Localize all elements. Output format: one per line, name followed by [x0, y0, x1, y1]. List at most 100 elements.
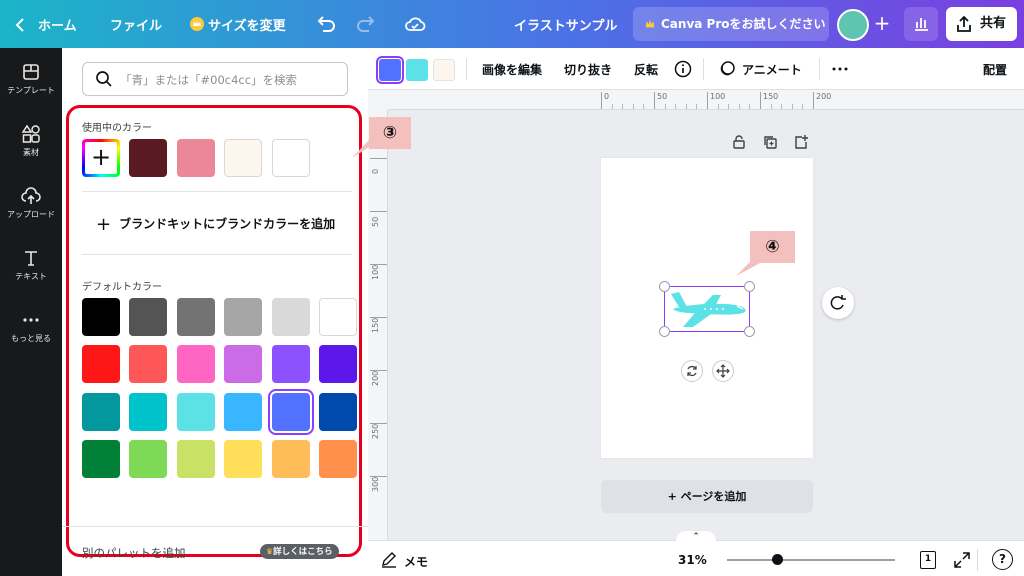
default-color-swatch[interactable]	[82, 439, 120, 478]
default-color-swatch[interactable]	[271, 345, 310, 384]
move-handle[interactable]	[712, 360, 734, 382]
position-button[interactable]: 配置	[983, 61, 1007, 78]
default-color-swatch[interactable]	[267, 388, 314, 435]
default-color-swatch[interactable]	[271, 439, 310, 478]
zoom-slider-knob[interactable]	[772, 554, 784, 565]
edit-image-button[interactable]: 画像を編集	[482, 61, 542, 78]
color-search-input[interactable]: 「青」または「#00c4cc」を検索	[82, 62, 348, 96]
zoom-slider-track[interactable]	[727, 559, 895, 561]
default-color-swatch[interactable]	[129, 439, 168, 478]
add-brand-color-button[interactable]: + ブランドキットにブランドカラーを追加	[96, 214, 335, 235]
rail-item-elements[interactable]: 素材	[0, 124, 62, 180]
used-color-swatch[interactable]	[224, 139, 263, 177]
file-menu[interactable]: ファイル	[110, 15, 162, 34]
home-button[interactable]: ホーム	[14, 13, 84, 37]
ruler-minor-tick	[802, 104, 804, 109]
ruler-minor-tick	[749, 104, 751, 109]
more-options-icon[interactable]	[831, 60, 849, 78]
default-color-swatch[interactable]	[319, 298, 357, 336]
default-color-swatch[interactable]	[129, 392, 168, 431]
page-count-button[interactable]: 1	[920, 551, 936, 569]
help-button[interactable]: ?	[992, 549, 1013, 570]
default-color-swatch[interactable]	[82, 345, 120, 384]
default-color-swatch[interactable]	[224, 439, 263, 478]
notes-button[interactable]: メモ	[380, 549, 440, 571]
left-rail: テンプレート 素材 アップロード テキスト もっと見る	[0, 48, 62, 576]
default-color-swatch[interactable]	[319, 392, 357, 431]
resize-handle[interactable]	[744, 326, 755, 337]
rail-item-uploads[interactable]: アップロード	[0, 186, 62, 242]
animate-button[interactable]: アニメート	[718, 59, 808, 79]
rail-label: 素材	[23, 148, 39, 157]
default-color-swatch[interactable]	[224, 345, 263, 384]
used-colors-title: 使用中のカラー	[82, 123, 152, 134]
default-color-swatch[interactable]	[129, 345, 168, 384]
ruler-minor-tick	[622, 104, 624, 109]
default-color-swatch[interactable]	[319, 345, 357, 384]
share-label: 共有	[980, 16, 1007, 31]
rail-label: アップロード	[7, 210, 55, 219]
elements-icon	[21, 124, 40, 143]
add-color-button[interactable]: +	[82, 139, 120, 177]
expand-panel-tab[interactable]: ⌃	[676, 531, 716, 543]
used-color-swatch[interactable]	[272, 139, 311, 177]
default-color-swatch[interactable]	[224, 298, 263, 336]
resize-handle[interactable]	[659, 281, 670, 292]
toolbar-color-swatch[interactable]	[406, 59, 428, 81]
resize-handle[interactable]	[744, 281, 755, 292]
default-color-swatch[interactable]	[319, 439, 357, 478]
default-color-swatch[interactable]	[129, 298, 168, 336]
context-toolbar: 画像を編集 切り抜き 反転 アニメート 配置	[368, 48, 1024, 90]
ruler-minor-tick	[685, 104, 687, 109]
used-color-swatch[interactable]	[129, 139, 167, 177]
help-label: ?	[999, 552, 1006, 566]
undo-icon[interactable]	[314, 12, 338, 36]
lock-icon[interactable]	[731, 134, 747, 150]
used-color-swatch[interactable]	[176, 139, 215, 177]
cloud-saved-icon[interactable]	[403, 12, 427, 36]
default-color-swatch[interactable]	[176, 298, 215, 336]
add-palette-row[interactable]: 別のパレットを追加 ♛詳しくはこちら	[62, 526, 368, 576]
add-page-icon[interactable]	[793, 134, 809, 150]
resize-button[interactable]: サイズを変更	[190, 12, 290, 36]
ruler-minor-tick	[611, 104, 613, 109]
ruler-tick-label: 200	[371, 370, 380, 386]
color-panel: 「青」または「#00c4cc」を検索 使用中のカラー + + ブランドキットにブラ…	[62, 48, 368, 576]
default-color-swatch[interactable]	[176, 345, 215, 384]
learn-more-badge[interactable]: ♛詳しくはこちら	[260, 544, 339, 559]
ruler-tick	[707, 92, 708, 109]
rotate-handle[interactable]	[681, 360, 703, 382]
default-color-swatch[interactable]	[224, 392, 263, 431]
insights-button[interactable]	[904, 7, 938, 41]
refresh-button[interactable]	[822, 287, 854, 319]
ruler-minor-tick	[781, 104, 783, 109]
invite-plus-button[interactable]: +	[868, 9, 896, 39]
toolbar-color-swatch[interactable]	[433, 59, 455, 81]
default-color-swatch[interactable]	[176, 439, 215, 478]
rail-item-templates[interactable]: テンプレート	[0, 62, 62, 118]
zoom-percentage[interactable]: 31%	[678, 553, 707, 567]
avatar[interactable]	[837, 9, 869, 41]
toolbar-color-swatch[interactable]	[376, 56, 404, 84]
info-icon[interactable]	[674, 60, 692, 78]
rail-item-more[interactable]: もっと見る	[0, 310, 62, 366]
crown-icon	[190, 17, 204, 31]
add-page-button[interactable]: + ページを追加	[601, 480, 813, 513]
default-color-swatch[interactable]	[176, 392, 215, 431]
share-button[interactable]: 共有	[946, 7, 1017, 41]
duplicate-icon[interactable]	[762, 134, 778, 150]
default-color-swatch[interactable]	[82, 298, 120, 336]
rail-item-text[interactable]: テキスト	[0, 248, 62, 304]
resize-handle[interactable]	[659, 326, 670, 337]
ruler-tick-label: 250	[371, 423, 380, 440]
redo-icon[interactable]	[354, 12, 378, 36]
default-color-swatch[interactable]	[271, 298, 310, 336]
default-color-swatch[interactable]	[82, 392, 120, 431]
selected-airplane-element[interactable]	[659, 281, 755, 337]
divider	[977, 549, 978, 571]
fullscreen-icon[interactable]	[953, 551, 971, 569]
document-title[interactable]: イラストサンプル	[514, 15, 617, 34]
crop-button[interactable]: 切り抜き	[564, 61, 612, 78]
flip-button[interactable]: 反転	[634, 61, 658, 78]
try-canva-pro-button[interactable]: Canva Proをお試しください	[633, 7, 829, 41]
